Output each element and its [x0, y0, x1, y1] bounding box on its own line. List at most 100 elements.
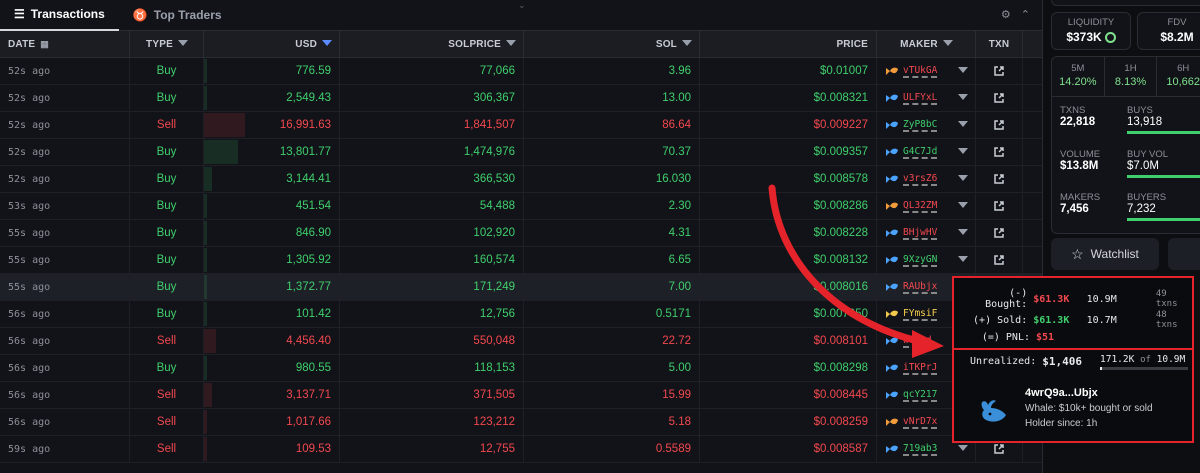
maker-address[interactable]: ULFYxL	[903, 92, 938, 105]
timeframe-6h[interactable]: 6H 10,662	[1157, 57, 1200, 96]
maker-address[interactable]: G4C7Jd	[903, 146, 938, 159]
usd-value: 2,549.43	[286, 92, 331, 104]
col-solprice[interactable]: SOLPRICE	[340, 31, 524, 57]
buyvol-label: BUY VOL	[1127, 149, 1169, 160]
col-date[interactable]: DATE ▦	[0, 31, 130, 57]
filter-icon[interactable]	[958, 228, 968, 238]
tab-top-traders[interactable]: ♉ Top Traders	[119, 0, 236, 31]
table-row[interactable]: 52s ago Buy 776.59 77,066 3.96 $0.01007 …	[0, 58, 1042, 85]
external-link-icon[interactable]	[993, 227, 1005, 239]
cell-price: $0.008587	[700, 436, 877, 462]
filter-icon[interactable]	[958, 444, 968, 454]
maker-address[interactable]: vTUkGA	[903, 65, 938, 78]
table-row[interactable]: 56s ago Buy 980.55 118,153 5.00 $0.00829…	[0, 355, 1042, 382]
cell-maker: 9XzyGN	[877, 247, 976, 273]
timeframe-5m[interactable]: 5M 14.20%	[1052, 57, 1105, 96]
maker-address[interactable]: wfrQd	[903, 335, 932, 348]
filter-icon[interactable]	[682, 39, 692, 49]
external-link-icon[interactable]	[993, 119, 1005, 131]
sold-txns: 48 txns	[1155, 310, 1178, 330]
external-link-icon[interactable]	[993, 443, 1005, 455]
table-row[interactable]: 56s ago Sell 4,456.40 550,048 22.72 $0.0…	[0, 328, 1042, 355]
filter-icon[interactable]	[506, 39, 516, 49]
table-row[interactable]: 55s ago Buy 846.90 102,920 4.31 $0.00822…	[0, 220, 1042, 247]
col-sol[interactable]: SOL	[524, 31, 700, 57]
maker-address[interactable]: RAUbjx	[903, 281, 938, 294]
table-row[interactable]: 55s ago Buy 1,305.92 160,574 6.65 $0.008…	[0, 247, 1042, 274]
cell-date: 52s ago	[0, 85, 130, 111]
calendar-icon[interactable]: ▦	[40, 39, 49, 50]
external-link-icon[interactable]	[993, 92, 1005, 104]
maker-address[interactable]: vNrD7x	[903, 416, 938, 429]
table-row[interactable]: 52s ago Sell 16,991.63 1,841,507 86.64 $…	[0, 112, 1042, 139]
table-row[interactable]: 56s ago Sell 1,017.66 123,212 5.18 $0.00…	[0, 409, 1042, 436]
filter-icon[interactable]	[958, 93, 968, 103]
filter-icon[interactable]	[958, 147, 968, 157]
table-row[interactable]: 52s ago Buy 2,549.43 306,367 13.00 $0.00…	[0, 85, 1042, 112]
buyers-stat: BUYERS 7,232	[1127, 192, 1200, 221]
filter-icon[interactable]	[942, 39, 953, 49]
col-label: SOLPRICE	[448, 38, 501, 50]
col-price[interactable]: PRICE	[700, 31, 877, 57]
cell-date: 56s ago	[0, 409, 130, 435]
cell-type: Sell	[130, 409, 204, 435]
cell-maker: vTUkGA	[877, 58, 976, 84]
maker-address[interactable]: qcY217	[903, 389, 938, 402]
alert-button[interactable]	[1168, 238, 1200, 270]
table-row[interactable]: 56s ago Sell 3,137.71 371,505 15.99 $0.0…	[0, 382, 1042, 409]
tab-label: Transactions	[30, 7, 105, 21]
maker-address[interactable]: v3rsZ6	[903, 173, 938, 186]
filter-icon[interactable]	[958, 66, 968, 76]
external-link-icon[interactable]	[993, 254, 1005, 266]
cell-sol: 5.00	[524, 355, 700, 381]
buyers-value: 7,232	[1127, 203, 1156, 215]
holding-total: 10.9M	[1156, 354, 1186, 365]
timeframe-label: 6H	[1177, 63, 1190, 74]
buyers-ratio-bar	[1127, 218, 1200, 221]
table-row[interactable]: 56s ago Buy 101.42 12,756 0.5171 $0.0079…	[0, 301, 1042, 328]
col-maker[interactable]: MAKER	[877, 31, 976, 57]
filter-icon[interactable]	[958, 201, 968, 211]
maker-address[interactable]: ZyP8bC	[903, 119, 938, 132]
table-row[interactable]: 55s ago Buy 1,372.77 171,249 7.00 $0.008…	[0, 274, 1042, 301]
maker-address[interactable]: QL32ZM	[903, 200, 938, 213]
maker-address[interactable]: iTKPrJ	[903, 362, 938, 375]
maker-address[interactable]: FYmsiF	[903, 308, 938, 321]
maker-address[interactable]: BHjwHV	[903, 227, 938, 240]
watchlist-button[interactable]: ☆ Watchlist	[1051, 238, 1159, 270]
filter-icon[interactable]	[177, 39, 188, 49]
txns-stat: TXNS 22,818	[1060, 105, 1095, 128]
holding-bar	[1100, 367, 1188, 370]
bought-usd: $61.3K	[1033, 293, 1070, 305]
drag-handle-icon[interactable]: ⌄	[518, 0, 526, 11]
usd-value: 1,305.92	[286, 254, 331, 266]
trader-tier-icon	[885, 145, 899, 159]
table-row[interactable]: 52s ago Buy 3,144.41 366,530 16.030 $0.0…	[0, 166, 1042, 193]
external-link-icon[interactable]	[993, 173, 1005, 185]
col-type[interactable]: TYPE	[130, 31, 204, 57]
tab-transactions[interactable]: ☰ Transactions	[0, 0, 119, 31]
filter-icon[interactable]	[322, 39, 332, 49]
table-row[interactable]: 52s ago Buy 13,801.77 1,474,976 70.37 $0…	[0, 139, 1042, 166]
cell-solprice: 550,048	[340, 328, 524, 354]
cell-type: Buy	[130, 85, 204, 111]
usd-value: 980.55	[295, 362, 331, 374]
table-row[interactable]: 53s ago Buy 451.54 54,488 2.30 $0.008286…	[0, 193, 1042, 220]
settings-icon[interactable]: ⚙	[1001, 8, 1011, 21]
table-row[interactable]: 59s ago Sell 109.53 12,755 0.5589 $0.008…	[0, 436, 1042, 463]
col-usd[interactable]: USD	[204, 31, 340, 57]
cell-type: Buy	[130, 274, 204, 300]
trader-address[interactable]: 4wrQ9a...Ubjx	[1025, 387, 1153, 399]
maker-address[interactable]: 719ab3	[903, 443, 938, 456]
collapse-icon[interactable]: ⌃	[1021, 8, 1030, 21]
filter-icon[interactable]	[958, 255, 968, 265]
timeframe-1h[interactable]: 1H 8.13%	[1105, 57, 1158, 96]
table-header: DATE ▦ TYPE USD SOLPRICE SOL PRICE MAKER…	[0, 31, 1042, 58]
filter-icon[interactable]	[958, 120, 968, 130]
filter-icon[interactable]	[958, 174, 968, 184]
maker-address[interactable]: 9XzyGN	[903, 254, 938, 267]
external-link-icon[interactable]	[993, 146, 1005, 158]
cell-maker: G4C7Jd	[877, 139, 976, 165]
external-link-icon[interactable]	[993, 200, 1005, 212]
external-link-icon[interactable]	[993, 65, 1005, 77]
